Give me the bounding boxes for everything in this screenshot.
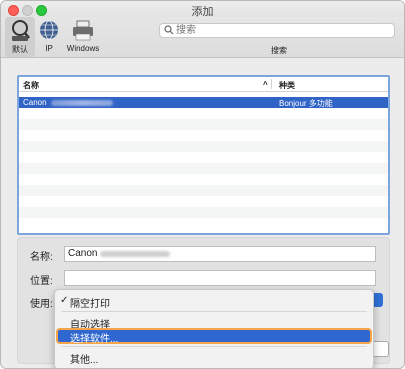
toolbar: 默认 IP Windows 搜索 搜索	[1, 17, 404, 58]
column-divider	[271, 79, 272, 89]
printer-default-icon	[12, 20, 30, 41]
empty-row	[19, 218, 388, 229]
title-bar: 添加	[1, 1, 404, 18]
empty-row	[19, 174, 388, 185]
use-label: 使用:	[30, 299, 53, 310]
search-label: 搜索	[271, 46, 287, 55]
empty-row	[19, 108, 388, 119]
windows-printer-icon	[73, 20, 93, 41]
redacted-name-text	[100, 251, 170, 257]
name-label: 名称:	[30, 252, 53, 263]
printer-list[interactable]: 名称 ^ 种类 Canon Bonjour 多功能	[17, 75, 390, 235]
redacted-model-text	[50, 99, 113, 106]
column-kind-header[interactable]: 种类	[279, 80, 295, 91]
menu-item-other-label: 其他...	[70, 355, 99, 366]
empty-row	[19, 163, 388, 174]
add-printer-window: 添加 默认 IP Windows 搜索 搜索 名称 ^ 种类 Canon Bon…	[0, 0, 405, 369]
printer-row-canon[interactable]: Canon Bonjour 多功能	[19, 97, 388, 108]
menu-divider	[61, 311, 367, 312]
search-input[interactable]	[176, 24, 386, 37]
menu-item-airprint-label: 隔空打印	[70, 299, 110, 310]
empty-row	[19, 185, 388, 196]
menu-item-airprint[interactable]: ✓ 隔空打印	[55, 294, 373, 310]
name-field[interactable]: Canon	[64, 246, 376, 262]
globe-icon	[40, 20, 58, 40]
column-name-header[interactable]: 名称	[23, 80, 39, 91]
menu-divider	[61, 346, 367, 347]
menu-item-other[interactable]: 其他...	[55, 350, 373, 366]
checkmark-icon: ✓	[60, 295, 69, 306]
search-field[interactable]	[159, 23, 395, 38]
menu-item-auto-select[interactable]: 自动选择	[55, 315, 373, 331]
empty-row	[19, 119, 388, 130]
empty-row	[19, 130, 388, 141]
printer-list-header: 名称 ^ 种类	[19, 77, 388, 92]
empty-row	[19, 196, 388, 207]
search-icon	[164, 25, 174, 35]
sort-ascending-icon: ^	[263, 80, 268, 89]
menu-item-select-software-label: 选择软件...	[70, 334, 119, 345]
menu-item-select-software[interactable]: 选择软件...	[56, 328, 372, 345]
use-dropdown-menu: ✓ 隔空打印 自动选择 选择软件... 其他...	[54, 289, 374, 368]
empty-row	[19, 207, 388, 218]
printer-name-cell: Canon	[23, 98, 113, 107]
name-value: Canon	[68, 248, 98, 259]
location-field[interactable]	[64, 270, 376, 286]
empty-row	[19, 152, 388, 163]
location-label: 位置:	[30, 276, 53, 287]
empty-row	[19, 141, 388, 152]
